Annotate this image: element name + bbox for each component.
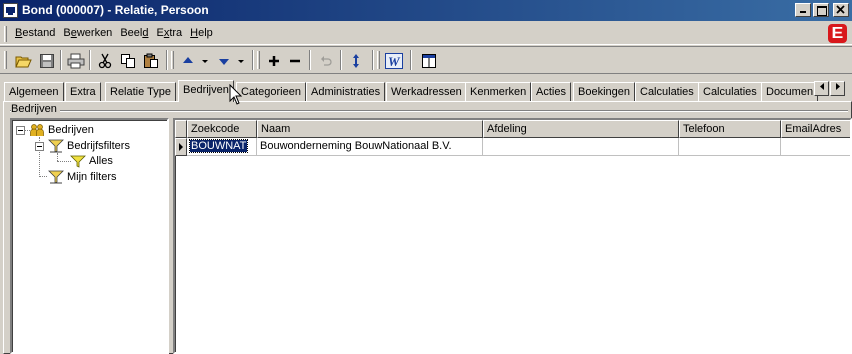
filter-folder-icon: [48, 170, 64, 184]
menubar-grip[interactable]: [4, 26, 7, 42]
tab-algemeen[interactable]: Algemeen: [4, 82, 64, 101]
cell-emailadres[interactable]: [781, 138, 850, 156]
tab-boekingen[interactable]: Boekingen: [573, 82, 635, 101]
cell-telefoon[interactable]: [679, 138, 781, 156]
menu-extra[interactable]: Extra: [153, 27, 185, 39]
header-afdeling[interactable]: Afdeling: [483, 120, 679, 138]
tree-node-alles[interactable]: Alles: [70, 154, 113, 168]
refresh-button[interactable]: [346, 51, 366, 71]
header-emailadres[interactable]: EmailAdres: [781, 120, 850, 138]
chevron-down-icon: [238, 60, 244, 63]
header-zoekcode[interactable]: Zoekcode: [187, 120, 257, 138]
filter-folder-icon: [48, 139, 64, 153]
tree-node-mijn-filters[interactable]: Mijn filters: [48, 170, 117, 184]
tab-scroll-right[interactable]: [830, 81, 845, 96]
grid-header: Zoekcode Naam Afdeling Telefoon EmailAdr…: [175, 120, 850, 138]
tab-acties[interactable]: Acties: [531, 82, 571, 101]
table-row[interactable]: BOUWNAT Bouwonderneming BouwNationaal B.…: [175, 138, 850, 156]
title-bar[interactable]: Bond (000007) - Relatie, Persoon: [0, 0, 852, 21]
open-button[interactable]: [14, 51, 34, 71]
companies-grid[interactable]: Zoekcode Naam Afdeling Telefoon EmailAdr…: [173, 118, 852, 354]
tree-node-bedrijven[interactable]: Bedrijven: [16, 123, 94, 137]
move-down-dropdown[interactable]: [236, 51, 246, 71]
group-label: Bedrijven: [11, 103, 60, 115]
cell-naam[interactable]: Bouwonderneming BouwNationaal B.V.: [257, 138, 483, 156]
remove-icon: [290, 59, 300, 63]
chevron-right-icon: [835, 83, 840, 90]
close-icon: [836, 5, 845, 14]
header-telefoon[interactable]: Telefoon: [679, 120, 781, 138]
chevron-left-icon: [819, 83, 824, 90]
menu-beeld[interactable]: Beeld: [117, 27, 151, 39]
menu-bewerken[interactable]: Bewerken: [60, 27, 115, 39]
tab-bedrijven[interactable]: Bedrijven: [178, 80, 234, 102]
paste-button[interactable]: [141, 51, 161, 71]
app-window: Bond (000007) - Relatie, Persoon Bestand…: [0, 0, 852, 354]
maximize-button[interactable]: [813, 3, 829, 17]
brand-logo[interactable]: E: [828, 24, 847, 43]
toolbar-grip[interactable]: [4, 51, 7, 69]
print-button[interactable]: [66, 51, 86, 71]
toolbar: W: [0, 46, 852, 74]
copy-button[interactable]: [118, 51, 138, 71]
minimize-button[interactable]: [795, 3, 811, 17]
open-icon: [15, 56, 32, 68]
undo-button[interactable]: [316, 51, 336, 71]
people-icon: [30, 124, 44, 136]
tab-calculaties-1[interactable]: Calculaties: [635, 82, 699, 101]
mouse-cursor-icon: [229, 84, 243, 105]
header-indicator: [175, 120, 187, 138]
cut-icon: [98, 53, 112, 69]
svg-text:W: W: [388, 54, 401, 69]
tab-relatie-type[interactable]: Relatie Type: [105, 82, 176, 101]
row-pointer-icon: [179, 143, 183, 151]
cell-zoekcode[interactable]: BOUWNAT: [187, 138, 257, 156]
collapse-icon[interactable]: [16, 125, 25, 135]
paste-icon: [144, 53, 158, 68]
move-up-dropdown[interactable]: [200, 51, 210, 71]
tab-calculaties-2[interactable]: Calculaties: [698, 82, 762, 101]
save-icon: [40, 54, 54, 68]
tab-administraties[interactable]: Administraties: [306, 82, 386, 101]
menu-help[interactable]: Help: [187, 27, 216, 39]
tab-strip: Algemeen Extra Relatie Type Bedrijven Ca…: [4, 80, 852, 102]
add-button[interactable]: [264, 51, 284, 71]
add-icon: [269, 56, 279, 66]
tree-node-bedrijfsfilters[interactable]: Bedrijfsfilters: [35, 139, 130, 153]
tab-categorieen[interactable]: Categorieen: [236, 82, 306, 101]
arrow-down-icon: [219, 59, 229, 65]
window-button[interactable]: [419, 51, 439, 71]
print-icon: [67, 53, 85, 69]
chevron-down-icon: [202, 60, 208, 63]
undo-icon: [321, 56, 332, 66]
app-icon[interactable]: [3, 3, 18, 18]
tab-documenten[interactable]: Documen: [761, 82, 819, 101]
copy-icon: [121, 54, 135, 68]
word-icon: W: [385, 53, 403, 69]
row-indicator: [175, 138, 187, 156]
tab-extra[interactable]: Extra: [65, 82, 101, 101]
filter-icon: [70, 155, 86, 168]
word-export-button[interactable]: W: [384, 51, 404, 71]
filter-tree[interactable]: Bedrijven Bedrijfsfilters Alles Mijn fil…: [10, 118, 169, 354]
close-button[interactable]: [833, 3, 849, 17]
tab-scroll-left[interactable]: [814, 81, 829, 96]
refresh-icon: [353, 54, 359, 68]
collapse-icon[interactable]: [35, 141, 44, 151]
tab-kenmerken[interactable]: Kenmerken: [465, 82, 532, 101]
window-title: Bond (000007) - Relatie, Persoon: [22, 3, 209, 17]
menu-bestand[interactable]: Bestand: [12, 27, 58, 39]
remove-button[interactable]: [285, 51, 305, 71]
tab-werkadressen[interactable]: Werkadressen: [386, 82, 467, 101]
arrow-up-icon: [183, 57, 193, 63]
header-naam[interactable]: Naam: [257, 120, 483, 138]
cut-button[interactable]: [95, 51, 115, 71]
cell-afdeling[interactable]: [483, 138, 679, 156]
window-icon: [422, 54, 436, 68]
save-button[interactable]: [37, 51, 57, 71]
move-down-button[interactable]: [214, 51, 234, 71]
move-up-button[interactable]: [178, 51, 198, 71]
menu-bar: Bestand Bewerken Beeld Extra Help E: [0, 23, 852, 45]
group-divider: [10, 110, 848, 112]
